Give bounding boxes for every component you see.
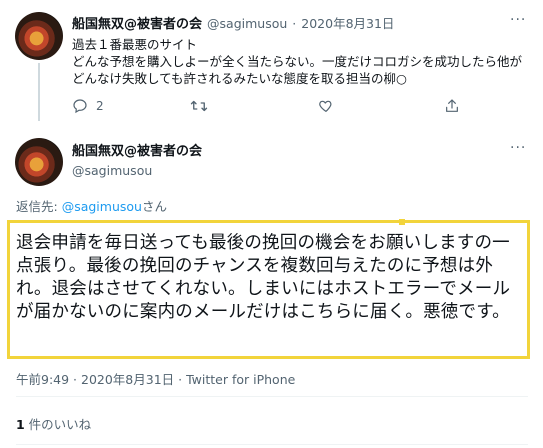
avatar[interactable] xyxy=(15,12,63,60)
reply-icon xyxy=(72,98,88,114)
reply-suffix: さん xyxy=(141,199,167,214)
tweet-text-line: 過去１番最悪のサイト xyxy=(72,37,198,52)
more-options-icon[interactable]: ··· xyxy=(510,12,528,28)
share-button[interactable] xyxy=(444,98,460,114)
user-handle[interactable]: @sagimusou xyxy=(72,163,202,178)
avatar[interactable] xyxy=(15,138,63,186)
like-button[interactable] xyxy=(318,98,334,114)
likes-label: 件のいいね xyxy=(24,417,92,432)
tweet-text-line: どんな予想を購入しよーが全く当たらない。一度だけコロガシを成功したら他がどんなけ… xyxy=(72,54,523,86)
likes-count: 1 xyxy=(16,417,25,432)
reply-count: 2 xyxy=(96,99,104,113)
tweet2-text: 退会申請を毎日送っても最後の挽回の機会をお願いしますの一点張り。最後の挽回のチャ… xyxy=(16,233,511,322)
divider xyxy=(16,444,528,445)
tweet1-header: 船国無双@被害者の会 @sagimusou · 2020年8月31日 xyxy=(72,13,394,32)
retweet-icon xyxy=(190,98,208,114)
more-options-icon[interactable]: ··· xyxy=(510,140,528,156)
tweet-date[interactable]: 2020年8月31日 xyxy=(301,13,394,32)
reply-handle-link[interactable]: @sagimusou xyxy=(62,199,142,214)
reply-button[interactable]: 2 xyxy=(72,98,104,114)
display-name[interactable]: 船国無双@被害者の会 xyxy=(72,13,202,32)
user-handle[interactable]: @sagimusou xyxy=(207,16,287,31)
share-icon xyxy=(444,98,460,114)
reply-context: 返信先: @sagimusouさん xyxy=(16,196,167,215)
heart-icon xyxy=(318,98,334,114)
thread-line xyxy=(38,63,40,121)
separator: · xyxy=(292,16,297,31)
retweet-button[interactable] xyxy=(190,98,208,114)
divider xyxy=(16,396,528,397)
likes-summary[interactable]: 1 件のいいね xyxy=(16,414,91,433)
tweet-timestamp[interactable]: 午前9:49 · 2020年8月31日 · Twitter for iPhone xyxy=(16,369,295,388)
tweet2-header: 船国無双@被害者の会 @sagimusou xyxy=(72,140,202,178)
tweet1-text: 過去１番最悪のサイト どんな予想を購入しよーが全く当たらない。一度だけコロガシを… xyxy=(72,36,527,87)
reply-prefix: 返信先: xyxy=(16,199,62,214)
display-name[interactable]: 船国無双@被害者の会 xyxy=(72,140,202,159)
